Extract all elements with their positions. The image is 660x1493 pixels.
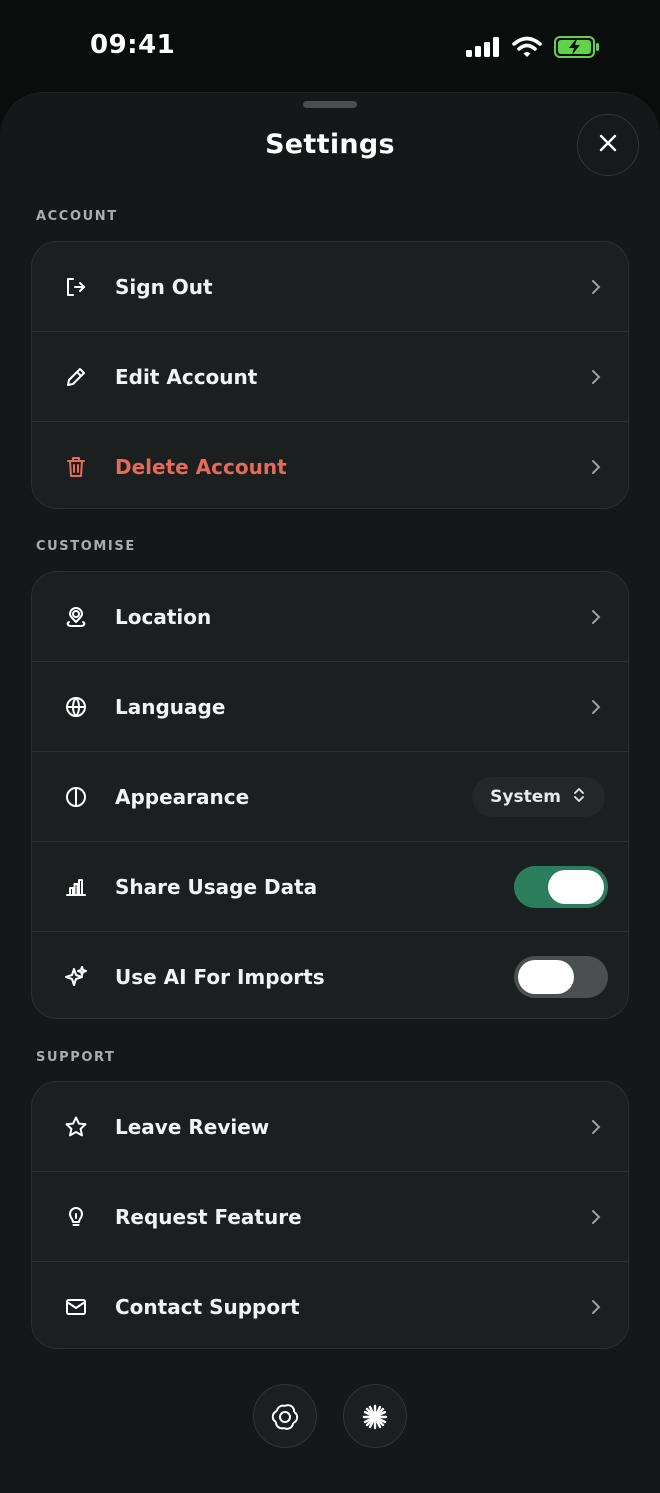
appearance-value: System <box>490 787 561 807</box>
settings-sheet: Settings ACCOUNT Sign Out Edit Account D… <box>0 92 660 1493</box>
use-ai-for-imports-toggle[interactable] <box>514 956 608 998</box>
delete-account-label: Delete Account <box>115 455 287 479</box>
claude-logo-icon <box>361 1403 389 1435</box>
chevron-right-icon <box>588 1119 604 1135</box>
cellular-signal-icon <box>466 37 500 61</box>
chevron-up-down-icon <box>573 786 585 809</box>
page-title: Settings <box>265 129 395 160</box>
customise-group: Location Language Appearance System Shar… <box>31 571 629 1019</box>
edit-account-row[interactable]: Edit Account <box>32 332 628 422</box>
chevron-right-icon <box>588 369 604 385</box>
status-time: 09:41 <box>90 30 176 60</box>
appearance-select[interactable]: System <box>472 777 605 817</box>
section-header-account: ACCOUNT <box>36 209 118 224</box>
chevron-right-icon <box>588 1209 604 1225</box>
claude-button[interactable] <box>343 1384 407 1448</box>
contact-support-label: Contact Support <box>115 1295 300 1319</box>
globe-icon <box>64 695 88 719</box>
trash-icon <box>64 455 88 479</box>
delete-account-row[interactable]: Delete Account <box>32 422 628 508</box>
location-row[interactable]: Location <box>32 572 628 662</box>
openai-logo-icon <box>271 1403 299 1435</box>
appearance-label: Appearance <box>115 784 250 809</box>
location-label: Location <box>115 604 212 629</box>
battery-charging-icon <box>554 36 600 62</box>
close-button[interactable] <box>577 114 639 176</box>
mail-icon <box>64 1295 88 1319</box>
sign-out-row[interactable]: Sign Out <box>32 242 628 332</box>
status-bar: 09:41 <box>0 0 660 96</box>
request-feature-label: Request Feature <box>115 1204 302 1229</box>
share-usage-data-label: Share Usage Data <box>115 874 318 899</box>
sparkle-icon <box>64 965 88 989</box>
section-header-customise: CUSTOMISE <box>36 539 136 554</box>
toggle-knob <box>548 870 604 904</box>
wifi-icon <box>512 36 542 62</box>
use-ai-for-imports-row: Use AI For Imports <box>32 932 628 1018</box>
sign-out-label: Sign Out <box>115 274 213 299</box>
account-group: Sign Out Edit Account Delete Account <box>31 241 629 509</box>
request-feature-row[interactable]: Request Feature <box>32 1172 628 1262</box>
share-usage-data-row: Share Usage Data <box>32 842 628 932</box>
contact-support-row[interactable]: Contact Support <box>32 1262 628 1348</box>
edit-account-label: Edit Account <box>115 364 258 389</box>
leave-review-row[interactable]: Leave Review <box>32 1082 628 1172</box>
share-usage-data-toggle[interactable] <box>514 866 608 908</box>
support-group: Leave Review Request Feature Contact Sup… <box>31 1081 629 1349</box>
language-label: Language <box>115 694 226 719</box>
chevron-right-icon <box>588 699 604 715</box>
toggle-knob <box>518 960 574 994</box>
star-icon <box>64 1115 88 1139</box>
chevron-right-icon <box>588 609 604 625</box>
use-ai-for-imports-label: Use AI For Imports <box>115 965 325 989</box>
lightbulb-icon <box>64 1205 88 1229</box>
section-header-support: SUPPORT <box>36 1050 116 1065</box>
language-row[interactable]: Language <box>32 662 628 752</box>
sign-out-icon <box>64 275 88 299</box>
chevron-right-icon <box>588 279 604 295</box>
chevron-right-icon <box>588 459 604 475</box>
status-icons <box>466 36 600 62</box>
close-icon <box>598 133 618 157</box>
contrast-icon <box>64 785 88 809</box>
pencil-icon <box>64 365 88 389</box>
sheet-grabber[interactable] <box>303 101 357 108</box>
leave-review-label: Leave Review <box>115 1114 270 1139</box>
location-pin-icon <box>64 605 88 629</box>
chevron-right-icon <box>588 1299 604 1315</box>
bar-chart-icon <box>64 875 88 899</box>
appearance-row: Appearance System <box>32 752 628 842</box>
openai-button[interactable] <box>253 1384 317 1448</box>
